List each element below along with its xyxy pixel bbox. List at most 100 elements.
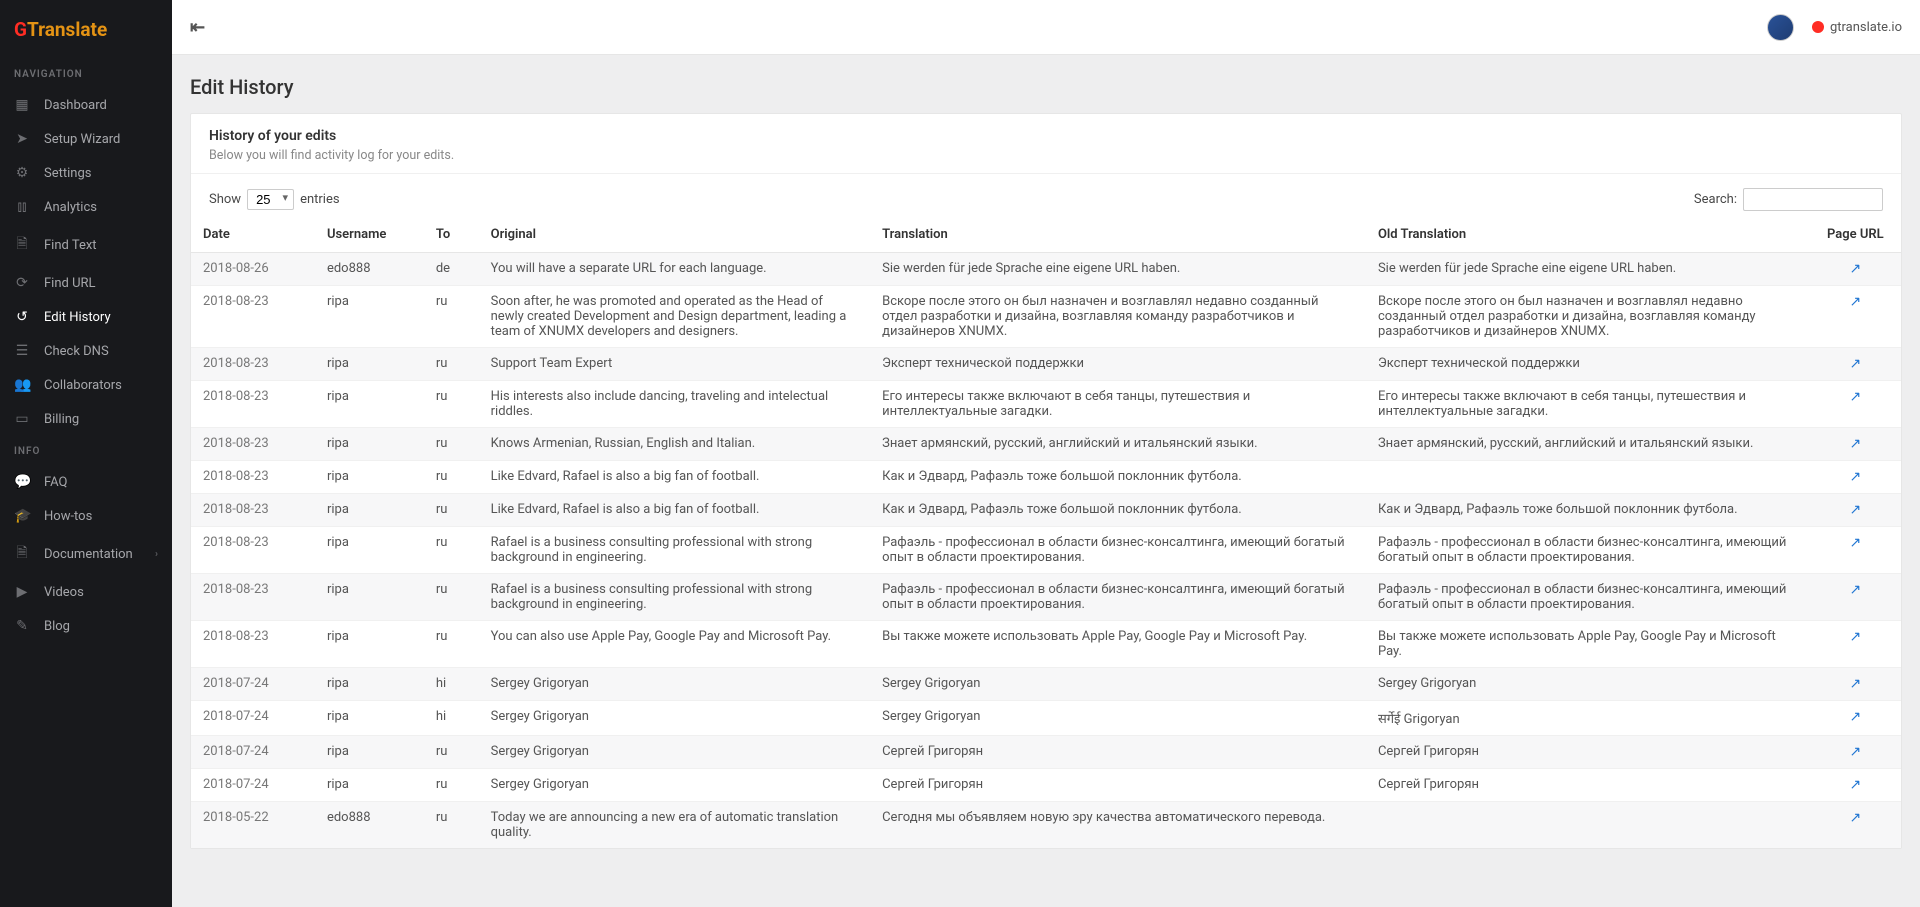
sidebar-item-label: Blog [44, 619, 70, 634]
external-link-icon[interactable]: ↗ [1849, 469, 1861, 485]
brand-link[interactable]: gtranslate.io [1812, 20, 1902, 35]
sidebar-item-find-url[interactable]: ⟳Find URL [0, 266, 172, 300]
col-translation-header[interactable]: Translation [870, 217, 1366, 253]
show-label: Show [209, 192, 241, 207]
cell-original: Like Edvard, Rafael is also a big fan of… [479, 461, 870, 494]
external-link-icon[interactable]: ↗ [1849, 629, 1861, 645]
sidebar-item-billing[interactable]: ▭Billing [0, 402, 172, 436]
col-page-url-header[interactable]: Page URL [1810, 217, 1901, 253]
history-icon: ↺ [14, 309, 30, 325]
table-row: 2018-07-24riparuSergey GrigoryanСергей Г… [191, 736, 1901, 769]
cell-translation: Рафаэль - профессионал в области бизнес-… [870, 527, 1366, 574]
external-link-icon[interactable]: ↗ [1849, 389, 1861, 405]
external-link-icon[interactable]: ↗ [1849, 356, 1861, 372]
main-area: ⇤ gtranslate.io Edit History History of … [172, 0, 1920, 907]
cell-original: Knows Armenian, Russian, English and Ita… [479, 428, 870, 461]
search-input[interactable] [1743, 188, 1883, 211]
cell-page-url: ↗ [1810, 802, 1901, 849]
history-table: Date Username To Original Translation Ol… [191, 217, 1901, 848]
gear-icon: ⚙ [14, 165, 30, 181]
cell-to: ru [424, 461, 479, 494]
cell-old-translation: Рафаэль - профессионал в области бизнес-… [1366, 574, 1810, 621]
external-link-icon[interactable]: ↗ [1849, 676, 1861, 692]
external-link-icon[interactable]: ↗ [1849, 810, 1861, 826]
external-link-icon[interactable]: ↗ [1849, 582, 1861, 598]
cell-username: ripa [315, 769, 424, 802]
cell-date: 2018-08-26 [191, 253, 315, 286]
external-link-icon[interactable]: ↗ [1849, 502, 1861, 518]
cell-original: Sergey Grigoryan [479, 769, 870, 802]
cell-username: ripa [315, 621, 424, 668]
cell-username: ripa [315, 494, 424, 527]
external-link-icon[interactable]: ↗ [1849, 261, 1861, 277]
external-link-icon[interactable]: ↗ [1849, 436, 1861, 452]
sidebar-item-videos[interactable]: ▶Videos [0, 575, 172, 609]
sidebar-item-analytics[interactable]: ⫾⫾Analytics [0, 190, 172, 224]
cell-to: ru [424, 381, 479, 428]
cell-old-translation [1366, 461, 1810, 494]
topbar: ⇤ gtranslate.io [172, 0, 1920, 55]
chevron-right-icon: › [155, 549, 158, 560]
cell-page-url: ↗ [1810, 381, 1901, 428]
cell-date: 2018-07-24 [191, 769, 315, 802]
blog-icon: ✎ [14, 618, 30, 634]
external-link-icon[interactable]: ↗ [1849, 535, 1861, 551]
table-row: 2018-08-23riparuYou can also use Apple P… [191, 621, 1901, 668]
cell-old-translation: Вы также можете использовать Apple Pay, … [1366, 621, 1810, 668]
logo[interactable]: GTranslate [0, 10, 172, 59]
search-label: Search: [1694, 192, 1737, 207]
cell-original: Like Edvard, Rafael is also a big fan of… [479, 494, 870, 527]
cell-username: edo888 [315, 802, 424, 849]
col-old-translation-header[interactable]: Old Translation [1366, 217, 1810, 253]
sidebar-item-dashboard[interactable]: ▦Dashboard [0, 88, 172, 122]
cell-username: ripa [315, 348, 424, 381]
cell-original: Rafael is a business consulting professi… [479, 527, 870, 574]
page-size-select[interactable]: 25 [247, 189, 294, 210]
cell-to: hi [424, 668, 479, 701]
sidebar-item-faq[interactable]: 💬FAQ [0, 465, 172, 499]
sidebar: GTranslate NAVIGATION ▦Dashboard ➤Setup … [0, 0, 172, 907]
sidebar-item-find-text[interactable]: 🗎Find Text [0, 224, 172, 266]
sidebar-item-collaborators[interactable]: 👥Collaborators [0, 368, 172, 402]
cell-original: Rafael is a business consulting professi… [479, 574, 870, 621]
external-link-icon[interactable]: ↗ [1849, 744, 1861, 760]
table-row: 2018-07-24ripahiSergey GrigoryanSergey G… [191, 701, 1901, 736]
avatar[interactable] [1767, 14, 1794, 41]
cell-to: ru [424, 527, 479, 574]
cell-date: 2018-07-24 [191, 668, 315, 701]
table-header-row: Date Username To Original Translation Ol… [191, 217, 1901, 253]
col-date-header[interactable]: Date [191, 217, 315, 253]
cell-original: You will have a separate URL for each la… [479, 253, 870, 286]
sidebar-item-setup-wizard[interactable]: ➤Setup Wizard [0, 122, 172, 156]
external-link-icon[interactable]: ↗ [1849, 777, 1861, 793]
sidebar-item-check-dns[interactable]: ☰Check DNS [0, 334, 172, 368]
col-username-header[interactable]: Username [315, 217, 424, 253]
collapse-sidebar-button[interactable]: ⇤ [190, 17, 205, 38]
external-link-icon[interactable]: ↗ [1849, 709, 1861, 725]
cell-to: hi [424, 701, 479, 736]
sidebar-item-howtos[interactable]: 🎓 How-tos [0, 499, 172, 533]
rocket-icon: ➤ [14, 131, 30, 147]
entries-label: entries [300, 192, 340, 207]
external-link-icon[interactable]: ↗ [1849, 294, 1861, 310]
grad-icon: 🎓 [14, 508, 30, 524]
logo-rest: Translate [27, 18, 107, 41]
cell-original: Sergey Grigoryan [479, 736, 870, 769]
sidebar-item-documentation[interactable]: 🗎Documentation› [0, 533, 172, 575]
sidebar-item-blog[interactable]: ✎ Blog [0, 609, 172, 643]
col-to-header[interactable]: To [424, 217, 479, 253]
sidebar-item-settings[interactable]: ⚙Settings [0, 156, 172, 190]
sidebar-item-edit-history[interactable]: ↺Edit History [0, 300, 172, 334]
cell-translation: Вскоре после этого он был назначен и воз… [870, 286, 1366, 348]
cell-page-url: ↗ [1810, 527, 1901, 574]
table-row: 2018-08-23riparuKnows Armenian, Russian,… [191, 428, 1901, 461]
sidebar-item-label: How-tos [44, 509, 92, 524]
table-row: 2018-08-23riparuRafael is a business con… [191, 527, 1901, 574]
cell-page-url: ↗ [1810, 253, 1901, 286]
history-card: History of your edits Below you will fin… [190, 113, 1902, 849]
panel-title: History of your edits [209, 128, 1883, 144]
cell-to: ru [424, 428, 479, 461]
logo-g: G [14, 18, 27, 41]
cell-username: ripa [315, 527, 424, 574]
col-original-header[interactable]: Original [479, 217, 870, 253]
